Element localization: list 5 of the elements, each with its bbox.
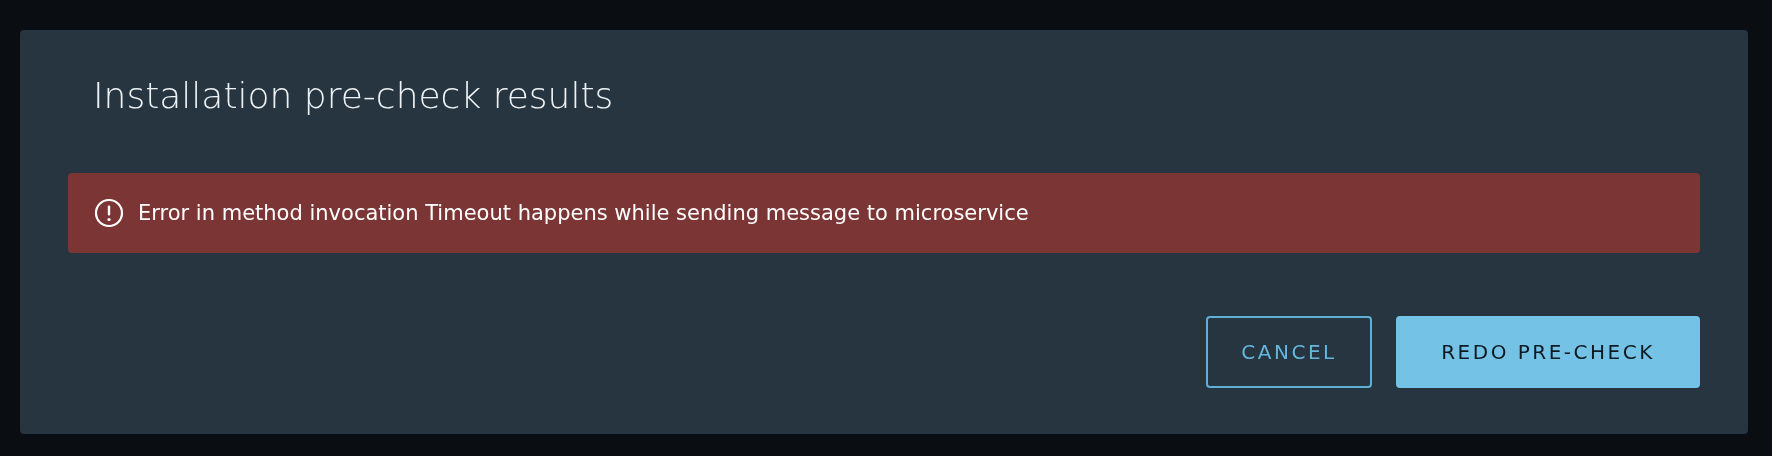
cancel-button[interactable]: CANCEL	[1206, 316, 1372, 388]
alert-message: Error in method invocation Timeout happens while sending message to microservice	[138, 201, 1029, 226]
dialog-title: Installation pre-check results	[93, 74, 615, 118]
exclamation-icon	[94, 198, 124, 229]
redo-button[interactable]: REDO PRE-CHECK	[1396, 316, 1700, 388]
